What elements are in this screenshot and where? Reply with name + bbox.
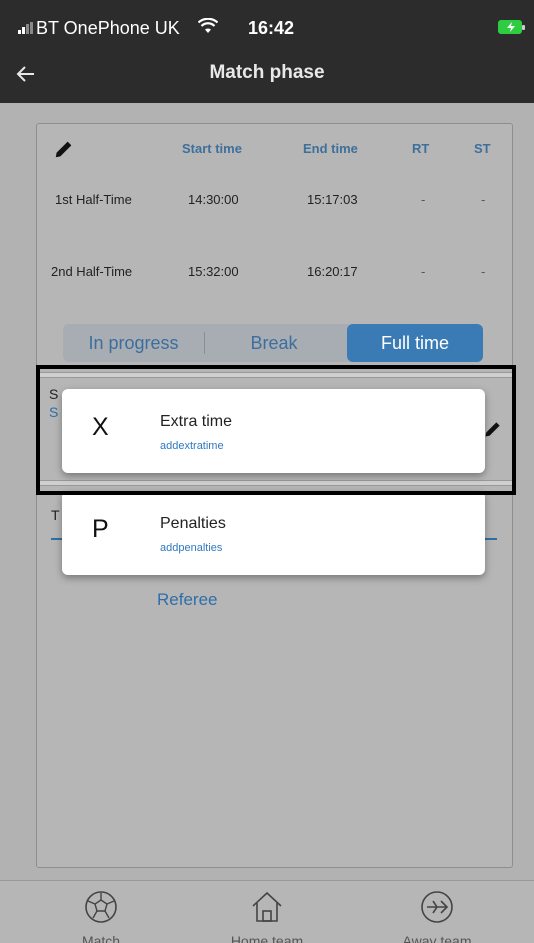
tab-underline: [485, 538, 497, 540]
obscured-label: S: [49, 386, 59, 402]
header-end-time: End time: [303, 141, 358, 156]
row-start-time: 14:30:00: [188, 192, 239, 207]
popup-item-extra-time[interactable]: X Extra time addextratime: [62, 389, 485, 473]
row-end-time: 16:20:17: [307, 264, 358, 279]
home-icon: [252, 891, 282, 922]
carrier-name: BT OnePhone UK: [36, 18, 180, 38]
popup-item-code: addextratime: [160, 440, 224, 452]
app-bar: Match phase: [0, 48, 534, 103]
table-header: Start time End time RT ST: [37, 124, 512, 174]
nav-item-away-team[interactable]: Away team: [372, 881, 502, 943]
signal-icon: [18, 22, 33, 34]
header-rt: RT: [412, 141, 430, 156]
popup-item-letter: X: [92, 413, 109, 441]
table-row[interactable]: 1st Half-Time 14:30:00 15:17:03 - -: [37, 186, 512, 216]
table-row[interactable]: 2nd Half-Time 15:32:00 16:20:17 - -: [37, 258, 512, 288]
row-st: -: [481, 264, 486, 279]
highlight-strip: [40, 372, 512, 378]
row-st: -: [481, 192, 486, 207]
status-bar: BT OnePhone UK 16:42: [0, 0, 534, 48]
row-label: 2nd Half-Time: [51, 264, 133, 279]
segment-break[interactable]: Break: [205, 324, 343, 362]
row-rt: -: [421, 192, 426, 207]
wifi-icon: [198, 18, 218, 33]
nav-item-match[interactable]: Match: [36, 881, 166, 943]
pencil-icon[interactable]: [483, 419, 503, 439]
popup-item-label: Extra time: [160, 413, 233, 430]
highlight-strip: [40, 480, 512, 486]
popup-item-penalties[interactable]: P Penalties addpenalties: [62, 491, 485, 575]
battery-icon: [498, 20, 525, 34]
football-icon: [85, 891, 117, 923]
obscured-link: S: [49, 404, 59, 420]
clock: 16:42: [248, 18, 295, 38]
page-title: Match phase: [209, 62, 325, 83]
airplane-icon: [421, 891, 453, 923]
popup-item-code: addpenalties: [160, 542, 223, 554]
row-end-time: 15:17:03: [307, 192, 358, 207]
popup-item-letter: P: [92, 515, 109, 543]
header-start-time: Start time: [182, 141, 242, 156]
popup-item-label: Penalties: [160, 515, 226, 532]
segment-full-time[interactable]: Full time: [347, 324, 483, 362]
referee-link[interactable]: Referee: [157, 590, 217, 610]
row-start-time: 15:32:00: [188, 264, 239, 279]
nav-item-home-team[interactable]: Home team: [202, 881, 332, 943]
nav-label: Home team: [230, 933, 304, 943]
obscured-tab-label: T: [51, 507, 60, 523]
nav-label: Away team: [402, 933, 472, 943]
segment-in-progress[interactable]: In progress: [63, 324, 204, 362]
row-rt: -: [421, 264, 426, 279]
pencil-icon[interactable]: [53, 138, 75, 160]
row-label: 1st Half-Time: [55, 192, 132, 207]
match-status-segmented-control: In progress Break Full time: [63, 324, 483, 362]
header-st: ST: [474, 141, 491, 156]
nav-label: Match: [81, 933, 121, 943]
bottom-nav: Match Home team Away team: [0, 880, 534, 943]
